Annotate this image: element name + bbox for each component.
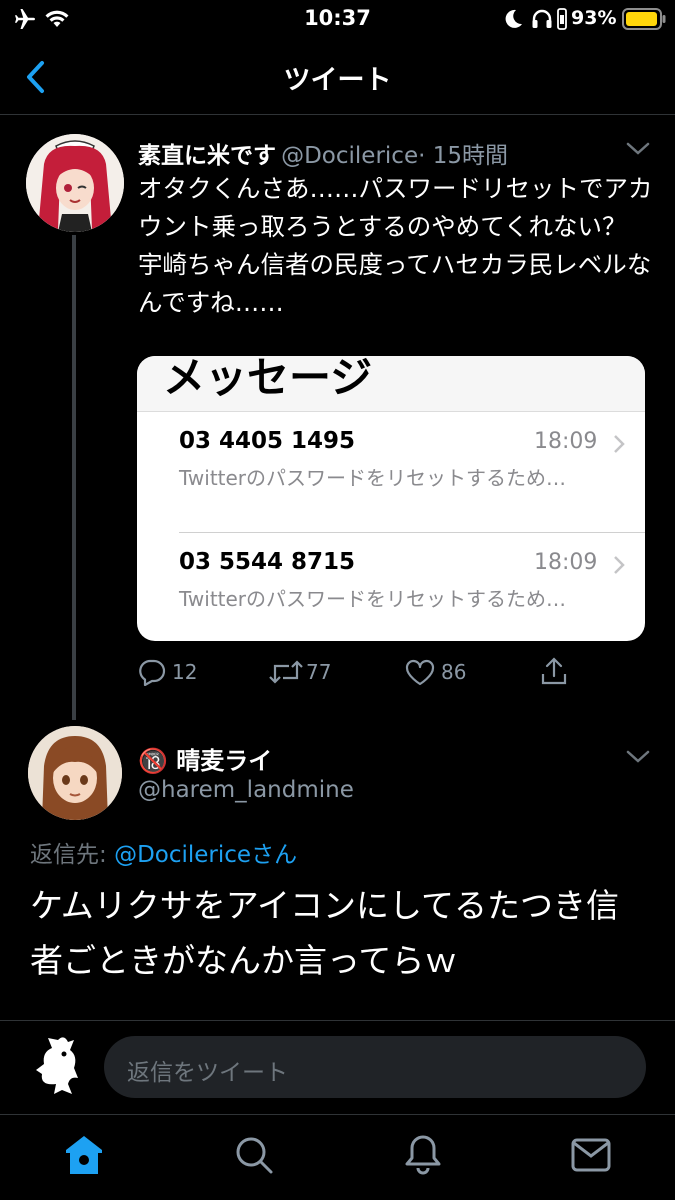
reply-context: 返信先: @Docilericeさん (30, 835, 297, 869)
author-name: 晴麦ライ (176, 747, 273, 775)
tabbar-divider (0, 1114, 675, 1115)
avatar[interactable] (28, 726, 122, 820)
tweet2-name-row[interactable]: 🔞 晴麦ライ (138, 741, 272, 776)
chevron-right-icon (614, 556, 625, 574)
tweet-age: · 15時間 (418, 143, 508, 169)
tweet-image[interactable]: メッセージ 03 4405 1495 18:09 Twitterのパスワードをリ… (137, 356, 645, 641)
message-preview: Twitterのパスワードをリセットするため… (179, 466, 567, 490)
share-icon[interactable] (540, 656, 568, 686)
nav-divider (0, 114, 675, 115)
like-icon[interactable] (405, 659, 435, 686)
reply-placeholder: 返信をツイート (127, 1060, 288, 1086)
reply-input[interactable]: 返信をツイート (104, 1036, 646, 1098)
tweet-text: オタクくんさあ……パスワードリセットでアカウント乗っ取ろうとするのやめてくれない… (138, 170, 653, 322)
tweet1-header: 素直に米です @Docilerice· 15時間 (138, 136, 508, 170)
headphones-icon (532, 9, 552, 28)
retweet-icon[interactable] (268, 658, 304, 686)
mail-icon[interactable] (571, 1138, 611, 1172)
reply-target-link[interactable]: @Docilericeさん (114, 842, 297, 868)
page-title: ツイート (283, 65, 392, 96)
like-count: 86 (441, 660, 467, 684)
message-preview: Twitterのパスワードをリセットするため… (179, 587, 567, 611)
reply-prefix: 返信先: (30, 842, 115, 868)
chevron-down-icon[interactable] (626, 142, 650, 156)
chevron-right-icon (614, 435, 625, 453)
search-icon[interactable] (234, 1135, 274, 1175)
tweet-text-line: オタクくんさあ……パスワードリセットでアカウント乗っ取ろうとするのやめてくれない… (138, 174, 653, 317)
avatar[interactable] (26, 134, 124, 232)
retweet-count: 77 (306, 660, 332, 684)
thread-line (72, 235, 76, 720)
message-sender: 03 5544 8715 (179, 549, 356, 575)
author-handle[interactable]: @Docilerice (281, 143, 418, 169)
age-badge: 🔞 (138, 747, 168, 775)
battery-percent: 93% (571, 7, 617, 29)
tweet-text: ケムリクサをアイコンにしてるたつき信者ごときがなんか言ってらｗ (30, 886, 620, 980)
messages-header: メッセージ (137, 356, 645, 412)
moon-icon (505, 9, 522, 28)
divider (0, 1020, 675, 1021)
message-time: 18:09 (534, 429, 598, 454)
bell-icon[interactable] (404, 1134, 442, 1176)
reply-icon[interactable] (138, 658, 166, 686)
reply-count: 12 (172, 660, 198, 684)
status-bar: 10:37 93% (0, 0, 675, 38)
orientation-lock-icon (557, 8, 567, 30)
message-sender: 03 4405 1495 (179, 428, 356, 454)
author-name[interactable]: 素直に米です (138, 143, 276, 169)
messages-title: メッセージ (163, 356, 373, 402)
message-separator (179, 532, 645, 533)
battery-icon (622, 8, 666, 30)
home-icon[interactable] (64, 1134, 104, 1176)
avatar[interactable] (34, 1034, 82, 1098)
message-time: 18:09 (534, 550, 598, 575)
chevron-down-icon[interactable] (626, 750, 650, 764)
author-handle[interactable]: @harem_landmine (138, 777, 354, 803)
